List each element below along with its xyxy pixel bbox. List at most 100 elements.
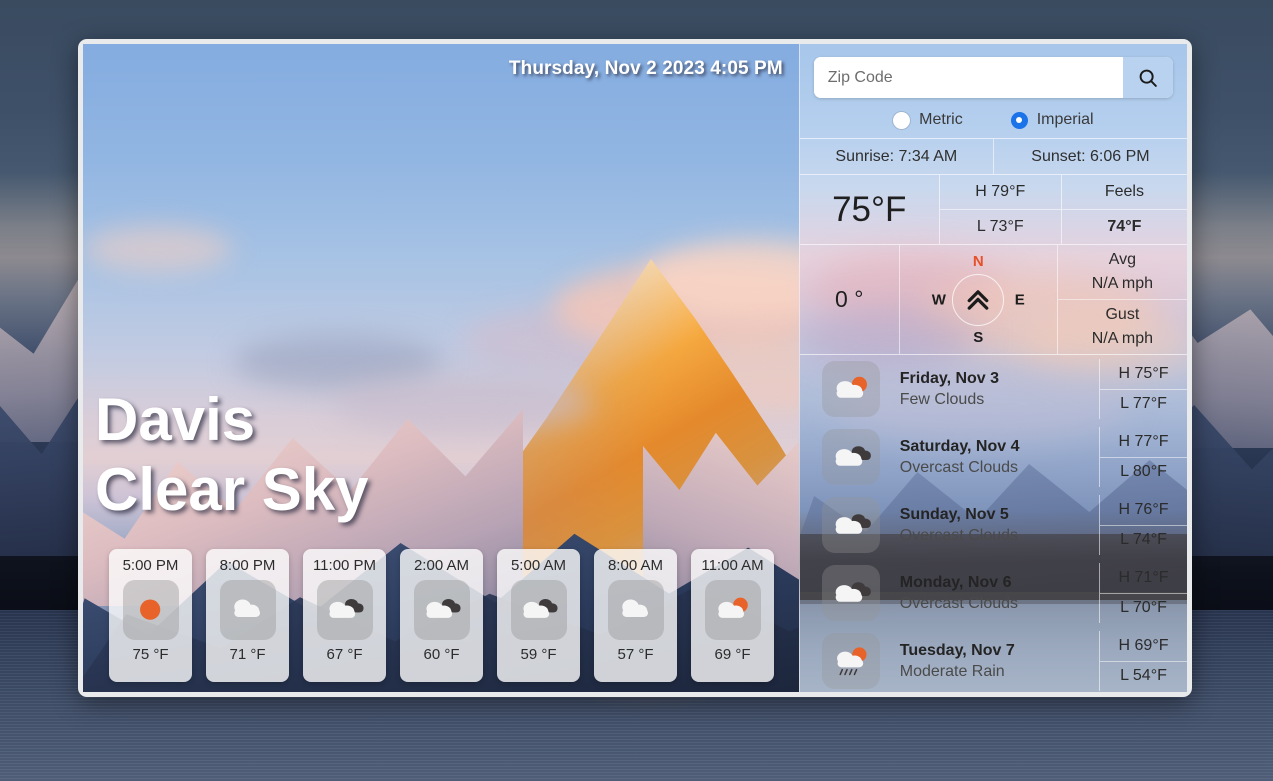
search-icon [1139, 69, 1157, 87]
forecast-description: Overcast Clouds [899, 458, 1019, 476]
forecast-icon-tile [821, 429, 880, 485]
hero-cloud [333, 374, 593, 434]
rain-sun-icon [836, 647, 867, 676]
hourly-card[interactable]: 5:00 AM 59 °F [497, 549, 580, 682]
overcast-icon [426, 599, 461, 619]
hourly-temperature: 71 °F [229, 646, 266, 663]
forecast-high-low: H 76°F L 74°F [1099, 495, 1187, 555]
hourly-time: 8:00 AM [607, 557, 664, 574]
high-low-column: H 79°F L 73°F [939, 175, 1062, 244]
wind-compass: N S W E [900, 245, 1058, 354]
forecast-row[interactable]: Tuesday, Nov 7 Moderate Rain H 69°F L 54°F [800, 627, 1187, 692]
imperial-radio-icon[interactable] [1010, 111, 1028, 129]
hero-cloud [83, 226, 233, 272]
forecast-low: L 80°F [1120, 463, 1167, 481]
sun-behind-cloud-icon [836, 376, 867, 398]
forecast-row[interactable]: Friday, Nov 3 Few Clouds H 75°F L 77°F [800, 355, 1187, 423]
forecast-low: L 70°F [1120, 599, 1167, 617]
double-chevron-up-icon [967, 289, 989, 310]
hourly-card[interactable]: 11:00 AM 69 °F [691, 549, 774, 682]
forecast-text: Friday, Nov 3 Few Clouds [880, 370, 1099, 409]
hourly-card[interactable]: 8:00 PM 71 °F [206, 549, 289, 682]
imperial-radio-option[interactable]: Imperial [1010, 111, 1094, 129]
hourly-time: 5:00 PM [122, 557, 179, 574]
details-panel: Metric Imperial Sunrise: 7:34 AM Sunset:… [798, 44, 1187, 692]
metric-label: Metric [919, 111, 963, 128]
hourly-icon-tile [219, 580, 276, 640]
metric-radio-option[interactable]: Metric [893, 111, 963, 129]
today-low: L 73°F [976, 218, 1024, 235]
cloud-icon [234, 599, 261, 618]
sun-behind-cloud-icon [718, 598, 749, 619]
compass-west-label: W [931, 291, 946, 308]
forecast-description: Few Clouds [899, 390, 985, 408]
hourly-temperature: 59 °F [520, 646, 557, 663]
wind-row: 0 ° N S W E Avg N/A mph Gust N/A mph [799, 245, 1187, 355]
forecast-row[interactable]: Sunday, Nov 5 Overcast Clouds H 76°F L 74°F [800, 491, 1187, 559]
desktop-background: Thursday, Nov 2 2023 4:05 PM Davis Clear… [0, 0, 1273, 781]
hourly-icon-tile [122, 580, 179, 640]
wind-avg-label: Avg [1108, 251, 1137, 268]
sun-icon [140, 599, 161, 621]
hourly-temperature: 60 °F [423, 646, 460, 663]
current-condition: Clear Sky [95, 456, 369, 524]
hourly-card[interactable]: 5:00 PM 75 °F [109, 549, 192, 682]
overcast-icon [329, 599, 364, 619]
hourly-icon-tile [510, 580, 567, 640]
hourly-card[interactable]: 11:00 PM 67 °F [303, 549, 386, 682]
forecast-high-low: H 69°F L 54°F [1099, 631, 1187, 691]
compass-east-label: E [1014, 291, 1025, 308]
hourly-time: 11:00 AM [701, 557, 764, 574]
forecast-high: H 77°F [1100, 427, 1187, 458]
city-block: Davis Clear Sky [95, 387, 369, 524]
forecast-row[interactable]: Saturday, Nov 4 Overcast Clouds H 77°F L 80… [800, 423, 1187, 491]
hourly-time: 11:00 PM [312, 557, 377, 574]
overcast-icon [835, 582, 871, 602]
hourly-time: 2:00 AM [413, 557, 470, 574]
forecast-text: Sunday, Nov 5 Overcast Clouds [880, 506, 1099, 545]
forecast-high: H 75°F [1100, 359, 1187, 390]
compass-south-label: S [973, 329, 984, 346]
hourly-temperature: 69 °F [714, 646, 751, 663]
search-bar [813, 57, 1173, 98]
zip-code-input[interactable] [813, 57, 1123, 98]
forecast-day: Friday, Nov 3 [899, 369, 1000, 387]
forecast-day: Tuesday, Nov 7 [899, 641, 1015, 659]
daily-forecast-list: Friday, Nov 3 Few Clouds H 75°F L 77°F Satur… [800, 355, 1187, 692]
overcast-icon [835, 514, 871, 534]
search-button[interactable] [1123, 57, 1173, 98]
sunset-time: Sunset: 6:06 PM [1031, 147, 1150, 165]
hourly-icon-tile [316, 580, 373, 640]
sun-times-row: Sunrise: 7:34 AM Sunset: 6:06 PM [799, 138, 1187, 175]
wind-stats: Avg N/A mph Gust N/A mph [1057, 245, 1187, 354]
forecast-day: Sunday, Nov 5 [899, 505, 1009, 523]
today-high: H 79°F [939, 175, 1061, 210]
forecast-description: Moderate Rain [899, 662, 1005, 680]
hourly-icon-tile [607, 580, 664, 640]
forecast-icon-tile [821, 565, 880, 621]
forecast-row[interactable]: Monday, Nov 6 Overcast Clouds H 71°F L 70°F [800, 559, 1187, 627]
weather-app-window: Thursday, Nov 2 2023 4:05 PM Davis Clear… [78, 39, 1192, 697]
forecast-text: Tuesday, Nov 7 Moderate Rain [880, 642, 1099, 681]
metric-radio-icon[interactable] [893, 111, 911, 129]
wind-gust-label: Gust [1105, 306, 1140, 323]
hourly-card[interactable]: 2:00 AM 60 °F [400, 549, 483, 682]
forecast-day: Saturday, Nov 4 [899, 437, 1020, 455]
forecast-low: L 77°F [1120, 395, 1167, 413]
forecast-high: H 76°F [1100, 495, 1187, 526]
overcast-icon [835, 446, 871, 466]
forecast-low: L 54°F [1120, 667, 1167, 685]
forecast-low: L 74°F [1120, 531, 1167, 549]
hourly-time: 8:00 PM [219, 557, 276, 574]
current-datetime: Thursday, Nov 2 2023 4:05 PM [508, 58, 783, 79]
current-temperature-row: 75°F H 79°F L 73°F Feels 74°F [799, 175, 1187, 245]
forecast-high-low: H 71°F L 70°F [1099, 563, 1187, 623]
hourly-card[interactable]: 8:00 AM 57 °F [594, 549, 677, 682]
compass-north-label: N [972, 253, 984, 270]
forecast-day: Monday, Nov 6 [899, 573, 1012, 591]
current-temperature: 75°F [800, 175, 940, 244]
feels-like-value: 74°F [1107, 218, 1142, 235]
hourly-forecast-strip[interactable]: 5:00 PM 75 °F 8:00 PM 71 °F 11:00 PM 67 °F 2:0… [83, 544, 799, 692]
wind-avg-value: N/A mph [1091, 275, 1154, 292]
wind-direction-degrees: 0 ° [800, 245, 900, 354]
